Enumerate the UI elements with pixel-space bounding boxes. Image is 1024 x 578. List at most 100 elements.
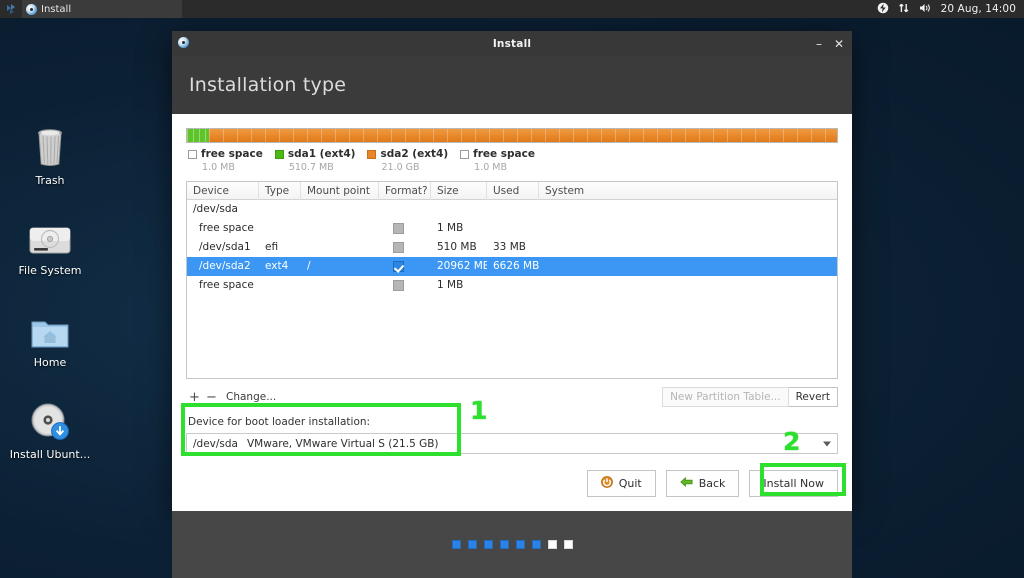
install-disc-icon	[2, 392, 98, 442]
window-titlebar[interactable]: Install – ✕	[172, 31, 852, 56]
desktop-icon-home[interactable]: Home	[2, 300, 98, 369]
column-header-device[interactable]: Device	[187, 182, 259, 200]
annotation-number-2: 2	[783, 427, 801, 456]
minimize-button[interactable]: –	[816, 38, 822, 50]
legend-item: sda2 (ext4) 21.0 GB	[367, 148, 448, 173]
volume-icon[interactable]	[919, 2, 932, 17]
partition-segment-free	[187, 129, 210, 142]
change-partition-button[interactable]: Change...	[226, 391, 276, 403]
table-row[interactable]: free space 1 MB	[187, 219, 837, 238]
cell-mount	[301, 200, 379, 219]
partition-segment-sda2	[209, 129, 837, 142]
legend-swatch-free	[188, 149, 197, 159]
cell-format	[379, 200, 431, 219]
slideshow-strip	[172, 511, 852, 578]
cell-size: 20962 MB	[437, 260, 487, 272]
column-header-used[interactable]: Used	[487, 182, 539, 200]
cell-used	[487, 276, 539, 295]
clock: 20 Aug, 14:00	[940, 3, 1016, 15]
legend-item: free space 1.0 MB	[460, 148, 535, 173]
power-icon[interactable]	[877, 2, 889, 17]
chevron-down-icon[interactable]	[823, 441, 831, 446]
cell-device: /dev/sda	[193, 203, 238, 215]
cell-type: efi	[265, 241, 279, 253]
desktop-icon-install-ubuntu[interactable]: Install Ubunt...	[2, 392, 98, 461]
bootloader-description: VMware, VMware Virtual S (21.5 GB)	[246, 437, 439, 450]
format-checkbox[interactable]	[393, 280, 404, 291]
table-row[interactable]: /dev/sda	[187, 200, 837, 219]
page-header: Installation type	[172, 56, 852, 114]
page-title: Installation type	[189, 74, 347, 96]
column-header-type[interactable]: Type	[259, 182, 301, 200]
cell-size	[431, 200, 487, 219]
cell-mount	[301, 219, 379, 238]
pagination-dot[interactable]	[467, 540, 477, 549]
arrow-left-icon	[679, 476, 693, 491]
cell-used	[487, 200, 539, 219]
table-row[interactable]: /dev/sda1 efi 510 MB 33 MB	[187, 238, 837, 257]
cell-format[interactable]	[379, 257, 431, 276]
table-row[interactable]: free space 1 MB	[187, 276, 837, 295]
revert-button[interactable]: Revert	[788, 387, 838, 407]
legend-label: free space	[473, 148, 535, 160]
table-row-selected[interactable]: /dev/sda2 ext4 / 20962 MB 6626 MB	[187, 257, 837, 276]
install-now-button[interactable]: Install Now	[749, 470, 838, 497]
legend-label: sda2 (ext4)	[380, 148, 449, 160]
legend-size: 1.0 MB	[202, 162, 235, 173]
pagination-dot[interactable]	[451, 540, 461, 549]
partition-bar	[186, 128, 838, 143]
cell-format[interactable]	[379, 219, 431, 238]
cell-type	[259, 200, 301, 219]
installer-disc-icon	[178, 37, 189, 48]
taskbar-item-install[interactable]: Install	[22, 0, 182, 18]
system-tray: 20 Aug, 14:00	[877, 2, 1024, 17]
bootloader-device: /dev/sda	[193, 437, 238, 450]
partition-toolbar: + − Change... New Partition Table... Rev…	[186, 384, 838, 410]
cell-size: 1 MB	[437, 279, 464, 291]
cell-size: 1 MB	[437, 222, 464, 234]
partition-table[interactable]: Device Type Mount point Format? Size Use…	[186, 181, 838, 379]
network-updown-icon[interactable]	[898, 2, 910, 17]
quit-button[interactable]: Quit	[586, 470, 656, 497]
cell-mount	[301, 276, 379, 295]
harddisk-icon	[2, 208, 98, 258]
slideshow-pagination	[451, 540, 573, 549]
pagination-dot[interactable]	[515, 540, 525, 549]
cell-format[interactable]	[379, 276, 431, 295]
annotation-number-1: 1	[470, 396, 488, 425]
legend-size: 1.0 MB	[474, 162, 507, 173]
new-partition-table-button[interactable]: New Partition Table...	[662, 387, 789, 407]
trash-icon	[2, 118, 98, 168]
back-button-label: Back	[698, 477, 726, 490]
format-checkbox[interactable]	[393, 242, 404, 253]
pagination-dot[interactable]	[547, 540, 557, 549]
cell-type	[259, 219, 301, 238]
format-checkbox[interactable]	[393, 223, 404, 234]
bootloader-select[interactable]: /dev/sda VMware, VMware Virtual S (21.5 …	[186, 433, 838, 454]
format-checkbox-checked[interactable]	[393, 261, 404, 272]
cell-system	[539, 257, 779, 276]
desktop-icon-label: File System	[18, 264, 82, 277]
cell-format[interactable]	[379, 238, 431, 257]
column-header-format[interactable]: Format?	[379, 182, 431, 200]
column-header-mount-point[interactable]: Mount point	[301, 182, 379, 200]
column-header-size[interactable]: Size	[431, 182, 487, 200]
pagination-dot[interactable]	[499, 540, 509, 549]
home-folder-icon	[2, 300, 98, 350]
cell-system	[539, 200, 779, 219]
desktop-icon-label: Home	[33, 356, 67, 369]
xfce-menu-icon[interactable]	[0, 3, 22, 15]
pagination-dot[interactable]	[563, 540, 573, 549]
column-header-system[interactable]: System	[539, 182, 779, 200]
add-partition-button[interactable]: +	[186, 390, 203, 405]
back-button[interactable]: Back	[665, 470, 740, 497]
pagination-dot[interactable]	[483, 540, 493, 549]
pagination-dot[interactable]	[531, 540, 541, 549]
remove-partition-button[interactable]: −	[203, 390, 220, 405]
installer-disc-icon	[26, 3, 37, 15]
cell-device: /dev/sda2	[199, 260, 251, 272]
close-button[interactable]: ✕	[834, 38, 844, 50]
desktop-icon-trash[interactable]: Trash	[2, 118, 98, 187]
desktop-icon-file-system[interactable]: File System	[2, 208, 98, 277]
cell-type: ext4	[265, 260, 289, 272]
